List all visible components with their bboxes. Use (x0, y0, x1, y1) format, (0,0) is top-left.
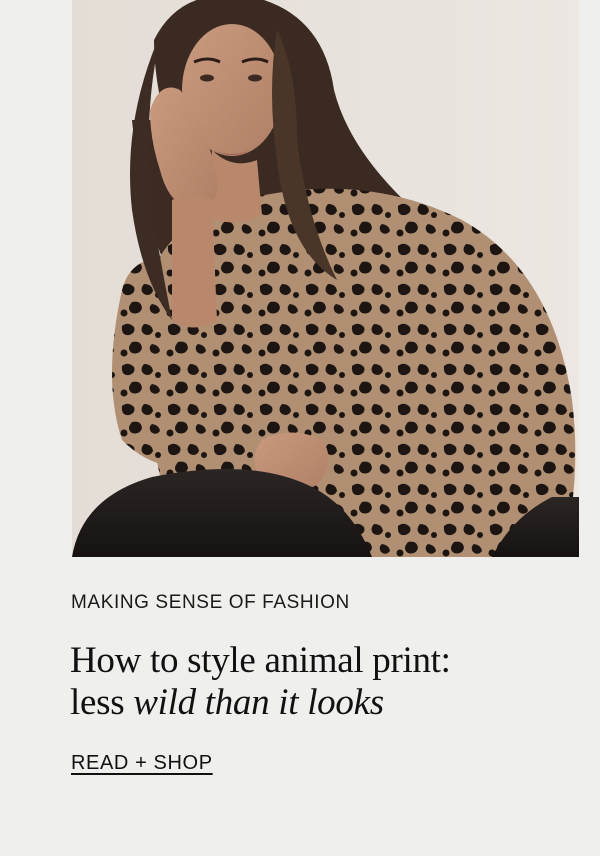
article-eyebrow: MAKING SENSE OF FASHION (71, 592, 350, 613)
article-headline[interactable]: How to style animal print: less wild tha… (70, 640, 570, 724)
hero-image[interactable] (72, 0, 579, 557)
headline-line-2-plain: less (70, 682, 134, 723)
headline-line-1: How to style animal print: (70, 640, 451, 681)
hero-photo-illustration (72, 0, 579, 557)
read-shop-link[interactable]: READ + SHOP (71, 752, 213, 775)
headline-line-2-italic: wild than it looks (133, 682, 384, 723)
